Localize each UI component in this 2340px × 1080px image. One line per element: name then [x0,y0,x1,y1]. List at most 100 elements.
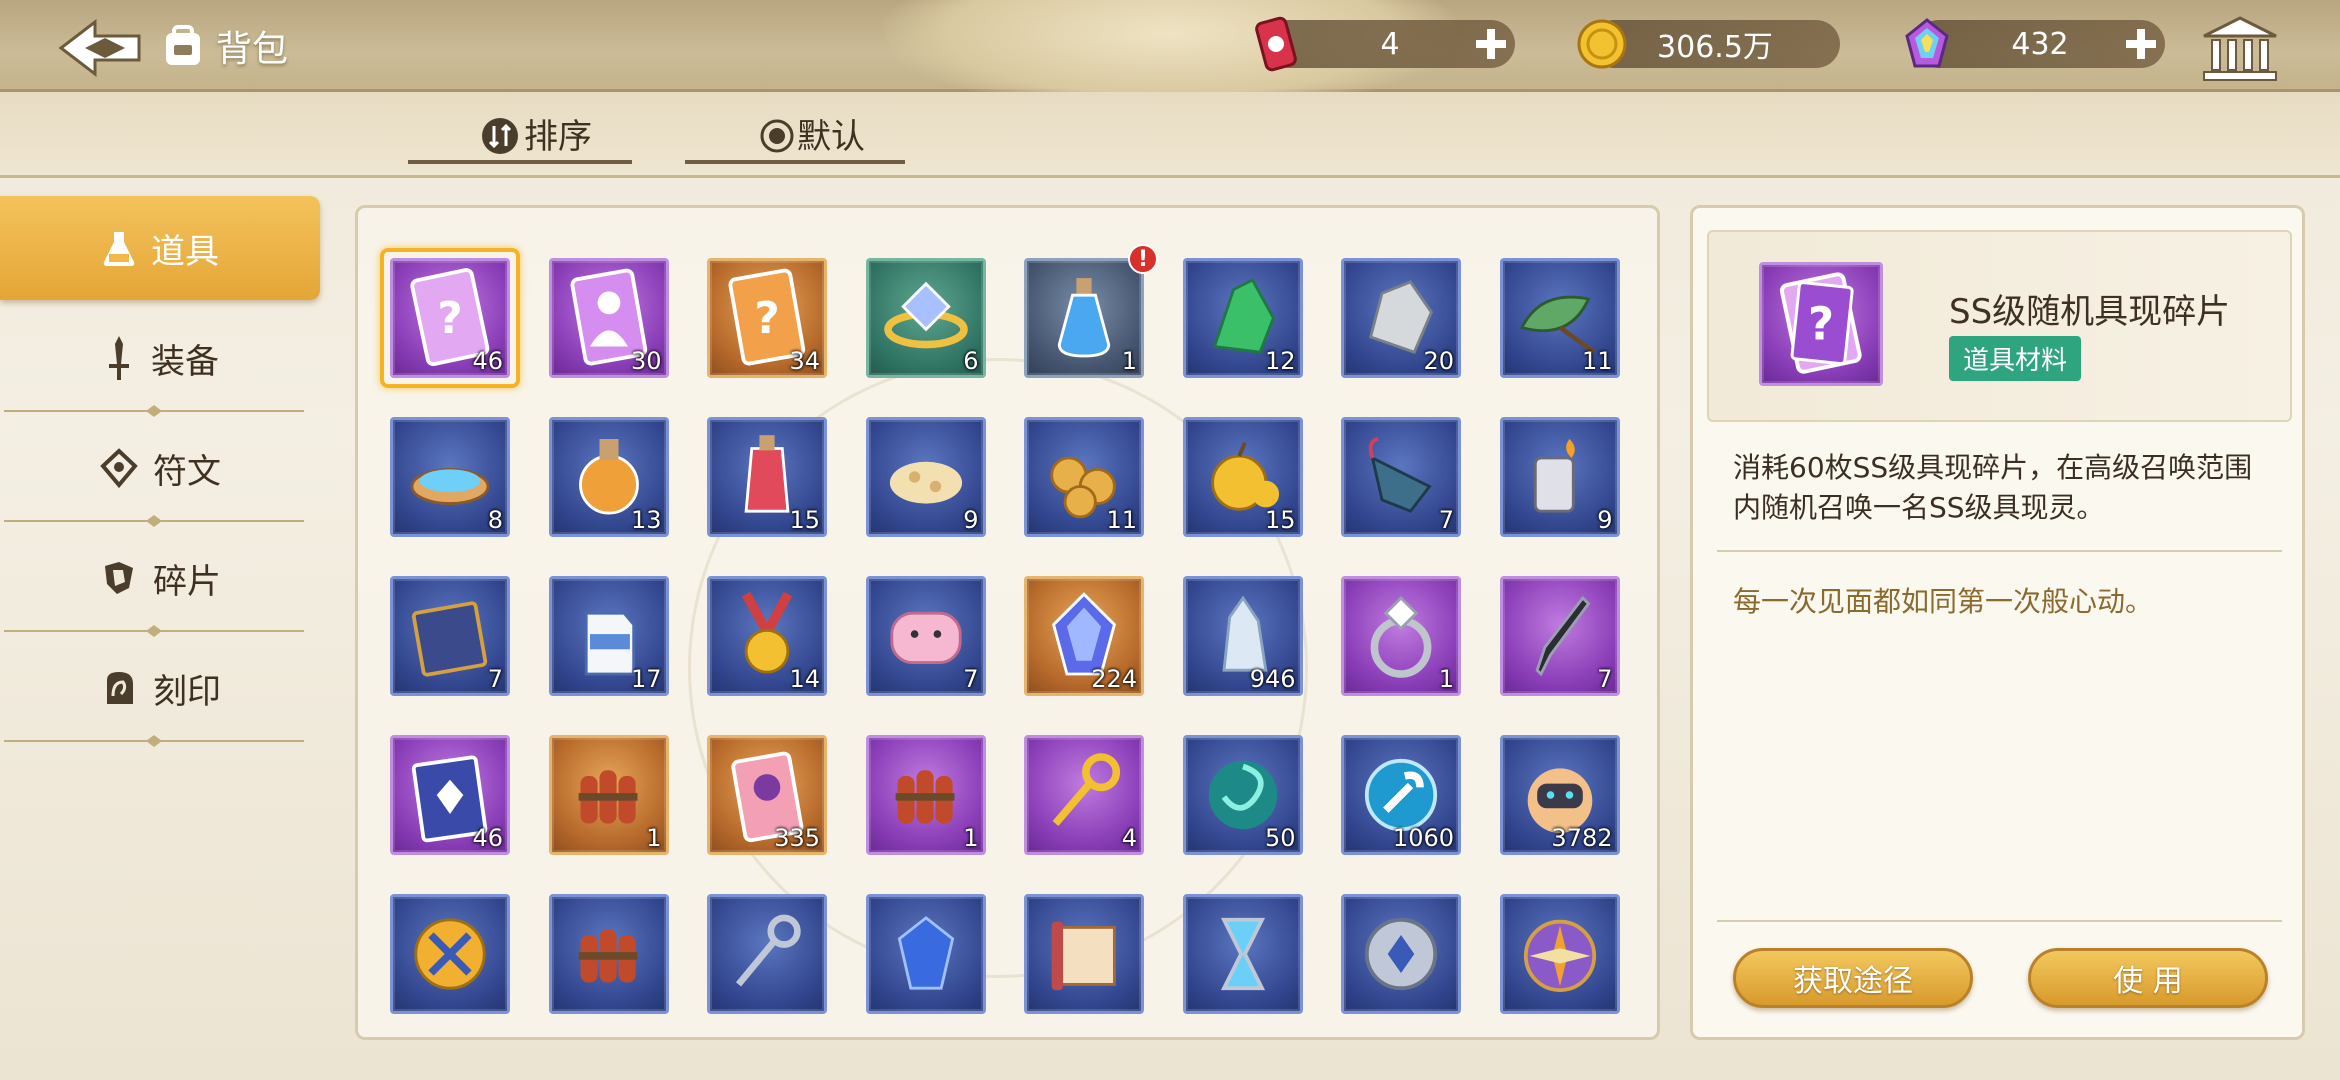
item-slot[interactable]: 7 [1341,417,1461,537]
item-slot[interactable]: 335 [707,735,827,855]
item-slot[interactable]: 4 [1024,735,1144,855]
sort-button[interactable]: 排序 [408,112,632,164]
item-slot-frame [865,894,986,1014]
item-slot[interactable]: 46 [390,735,510,855]
item-slot[interactable]: 13 [548,417,669,537]
item-count: 7 [1597,665,1613,693]
item-slot-frame [707,894,827,1014]
item-slot[interactable]: 7 [390,576,510,696]
item-slot[interactable]: 7 [865,576,986,696]
item-slot[interactable] [865,894,986,1014]
item-flavor-text: 每一次见面都如同第一次般心动。 [1733,585,2154,618]
item-count: 224 [1091,665,1137,693]
dynamite-icon [578,929,637,983]
radio-icon [760,119,794,153]
item-slot-frame: 335 [707,735,827,855]
item-slot[interactable]: 9 [1499,417,1620,537]
item-slot[interactable] [548,894,669,1014]
item-count: 3782 [1551,824,1613,852]
museum-button[interactable] [2200,14,2280,84]
item-slot-frame: 7 [865,576,986,696]
item-slot[interactable]: 6 [865,258,986,378]
item-slot[interactable]: 7 [1499,576,1620,696]
item-slot-frame: 7 [1499,576,1620,696]
sidebar-item-shards[interactable]: 碎片 [0,526,320,630]
item-slot-frame: 9 [865,417,986,537]
svg-text:?: ? [1808,298,1834,351]
item-slot[interactable]: 1 [1341,576,1461,696]
item-slot[interactable]: 224 [1024,576,1144,696]
item-slot[interactable]: ? 34 [707,258,827,378]
item-count: 1 [963,824,979,852]
item-count: 20 [1423,347,1454,375]
item-count: 17 [630,665,662,693]
item-slot[interactable]: 11 [1499,258,1620,378]
item-slot-frame: 15 [1182,417,1303,537]
obtain-source-button[interactable]: 获取途径 [1733,948,1973,1008]
item-slot[interactable]: 14 [707,576,827,696]
ss-random-shard-icon: ? [1779,272,1862,374]
item-slot-frame [1341,894,1461,1014]
item-slot[interactable]: 17 [548,576,669,696]
item-slot[interactable] [390,894,510,1014]
resource-gem: 432 [1905,18,2165,68]
item-slot[interactable]: 12 [1182,258,1303,378]
item-slot[interactable] [707,894,827,1014]
item-slot[interactable]: 946 [1182,576,1303,696]
item-category-badge: 道具材料 [1949,336,2082,381]
resource-gold: 306.5万 [1577,19,1840,69]
add-gem-button[interactable] [2121,24,2161,64]
item-slot-frame: 7 [390,576,510,696]
item-slot-frame [1182,894,1303,1014]
item-slot[interactable]: 1 [865,735,986,855]
item-slot-frame: 13 [548,417,669,537]
item-slot[interactable]: 50 [1182,735,1303,855]
item-slot-frame: 946 [1182,576,1303,696]
default-filter-button[interactable]: 默认 [685,112,905,164]
sidebar-item-runes[interactable]: 符文 [0,416,320,520]
item-slot-frame: 1 [865,735,986,855]
item-slot-frame: 4 [1024,735,1144,855]
blue-gem-icon [897,916,954,990]
sidebar-item-items[interactable]: 道具 [0,196,320,300]
item-slot-frame: 15 [707,417,827,537]
item-count: 1060 [1392,824,1454,852]
plus-icon [1476,29,1506,59]
item-slot[interactable] [1024,894,1144,1014]
item-slot[interactable]: 1! [1024,244,1158,378]
cross-coin-icon [414,918,486,990]
item-slot[interactable]: 11 [1024,417,1144,537]
item-count: 1 [1438,665,1454,693]
default-filter-label: 默认 [797,116,865,157]
sidebar-item-equipment[interactable]: 装备 [0,306,320,410]
sidebar-item-seals[interactable]: 刻印 [0,636,320,740]
silver-key-icon [735,914,801,987]
item-slot[interactable]: 15 [1182,417,1303,537]
item-count: 13 [630,506,662,534]
item-grid-panel[interactable]: ? 46 30? 34 6 1! 12 20 11 8 13 15 9 11 15 7 9 7 17 14 7 224 94… [355,205,1660,1040]
item-slot[interactable] [1341,894,1461,1014]
item-slot[interactable]: 3782 [1499,735,1620,855]
item-slot[interactable]: 20 [1341,258,1461,378]
item-slot[interactable]: 9 [865,417,986,537]
item-count: 11 [1581,347,1613,375]
use-item-button[interactable]: 使 用 [2028,948,2268,1008]
item-slot[interactable] [1182,894,1303,1014]
item-detail-header: ? SS级随机具现碎片 道具材料 [1707,230,2292,422]
backpack-icon [166,25,200,65]
item-slot[interactable]: 15 [707,417,827,537]
item-slot[interactable]: 30 [548,258,669,378]
seal-icon [107,672,133,704]
add-stamina-button[interactable] [1471,24,1511,64]
item-slot-frame: 46 [390,735,510,855]
item-slot-frame [1499,894,1620,1014]
item-slot[interactable]: 1060 [1341,735,1461,855]
item-slot[interactable]: 8 [390,417,510,537]
item-slot[interactable]: 1 [548,735,669,855]
back-button[interactable] [52,16,148,80]
item-count: 8 [487,506,503,534]
item-slot[interactable] [1499,894,1620,1014]
item-count: 1 [646,824,662,852]
item-slot[interactable]: ? 46 [380,248,520,388]
page-title: 背包 [160,18,288,74]
